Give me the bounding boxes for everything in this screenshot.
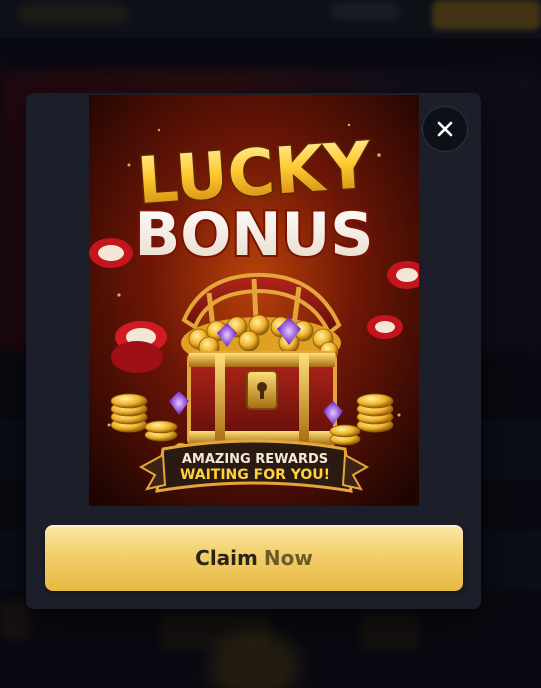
promo-title-bonus: BONUS	[135, 200, 374, 270]
bonus-modal: LUCKY BONUS AMAZING REWARDS WAITING FOR …	[26, 93, 481, 609]
close-button[interactable]	[422, 106, 468, 152]
poker-chip-icon	[367, 315, 403, 339]
close-icon	[437, 121, 453, 137]
poker-chip-icon	[89, 238, 133, 268]
lucky-bonus-promo-image: LUCKY BONUS AMAZING REWARDS WAITING FOR …	[89, 95, 419, 506]
claim-button-label-word2: Now	[263, 546, 313, 570]
claim-button-label-word1: Claim	[195, 546, 258, 570]
poker-chip-icon	[111, 321, 167, 373]
claim-now-button[interactable]: Claim Now	[45, 525, 463, 591]
page: LUCKY BONUS AMAZING REWARDS WAITING FOR …	[0, 0, 541, 688]
promo-ribbon-line1: AMAZING REWARDS	[182, 452, 328, 467]
promo-ribbon-line2: WAITING FOR YOU!	[180, 467, 330, 483]
